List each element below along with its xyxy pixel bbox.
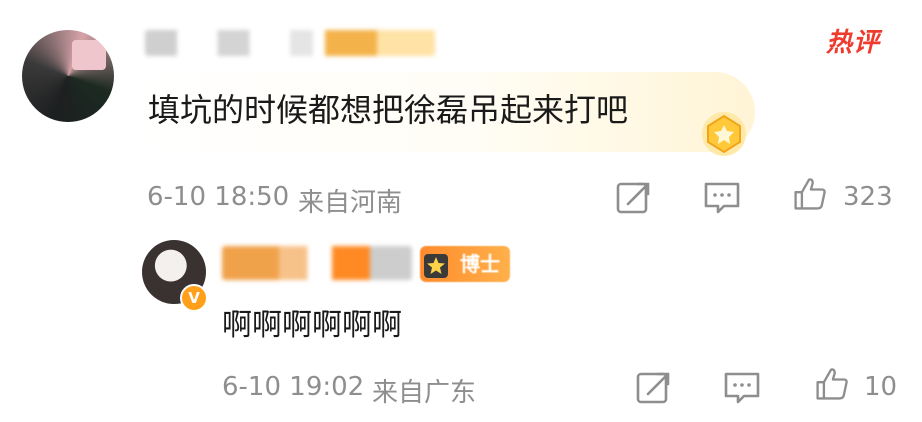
like-count: 323 — [843, 182, 893, 212]
verified-v-icon: V — [180, 284, 208, 312]
share-icon[interactable] — [614, 180, 654, 216]
reply-date: 6-10 19:02 — [222, 372, 365, 402]
reply-location: 来自广东 — [372, 378, 477, 408]
comment-text: 填坑的时候都想把徐磊吊起来打吧 — [148, 91, 629, 129]
reply-share-icon[interactable] — [634, 370, 674, 406]
hot-comment-badge: 热评 — [826, 28, 881, 58]
reply-username-redacted[interactable] — [222, 246, 412, 280]
like-icon[interactable] — [790, 176, 830, 212]
medal-icon — [702, 112, 746, 156]
reply-like-count: 10 — [864, 372, 898, 402]
comment-location: 来自河南 — [298, 188, 403, 218]
reply-comment-icon[interactable] — [722, 370, 762, 406]
username-redacted[interactable] — [145, 30, 435, 56]
commenter-avatar[interactable] — [22, 30, 114, 122]
comment-date: 6-10 18:50 — [147, 182, 290, 212]
reply-text: 啊啊啊啊啊啊 — [222, 308, 402, 343]
badge-star-icon — [424, 254, 448, 278]
reply-like-icon[interactable] — [812, 366, 852, 402]
comment-icon[interactable] — [702, 180, 742, 216]
